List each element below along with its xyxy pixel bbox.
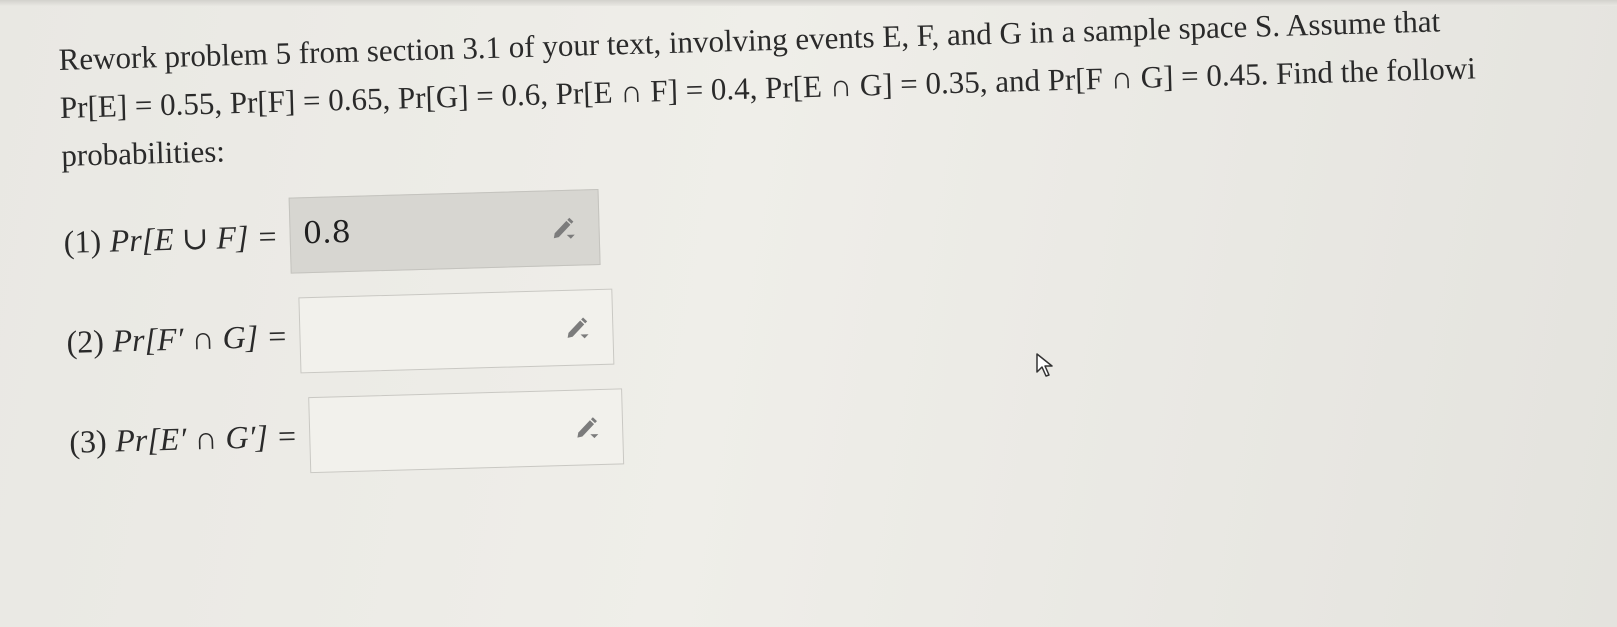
- problem-container: Rework problem 5 from section 3.1 of you…: [58, 0, 1617, 480]
- question-label: Pr[F′ ∩ G] =: [112, 317, 289, 359]
- question-row-2: (2) Pr[F′ ∩ G] =: [65, 259, 1617, 380]
- pencil-dropdown-icon[interactable]: [572, 412, 603, 443]
- question-number: (2): [66, 322, 105, 360]
- answer-input-1[interactable]: 0.8: [289, 188, 602, 274]
- mouse-pointer-icon: [1036, 353, 1053, 377]
- question-row-1: (1) Pr[E ∪ F] = 0.8: [63, 159, 1617, 280]
- answer-value: 0.8: [302, 214, 352, 252]
- answer-input-3[interactable]: [308, 388, 625, 474]
- pencil-dropdown-icon[interactable]: [562, 312, 593, 343]
- question-row-3: (3) Pr[E′ ∩ G′] =: [68, 359, 1617, 480]
- question-label: Pr[E′ ∩ G′] =: [114, 416, 299, 459]
- problem-prompt: Rework problem 5 from section 3.1 of you…: [58, 0, 1601, 180]
- question-number: (1): [63, 222, 102, 260]
- pencil-dropdown-icon[interactable]: [549, 213, 580, 244]
- question-label: Pr[E ∪ F] =: [109, 217, 279, 259]
- answer-input-2[interactable]: [298, 288, 615, 374]
- question-number: (3): [68, 422, 108, 460]
